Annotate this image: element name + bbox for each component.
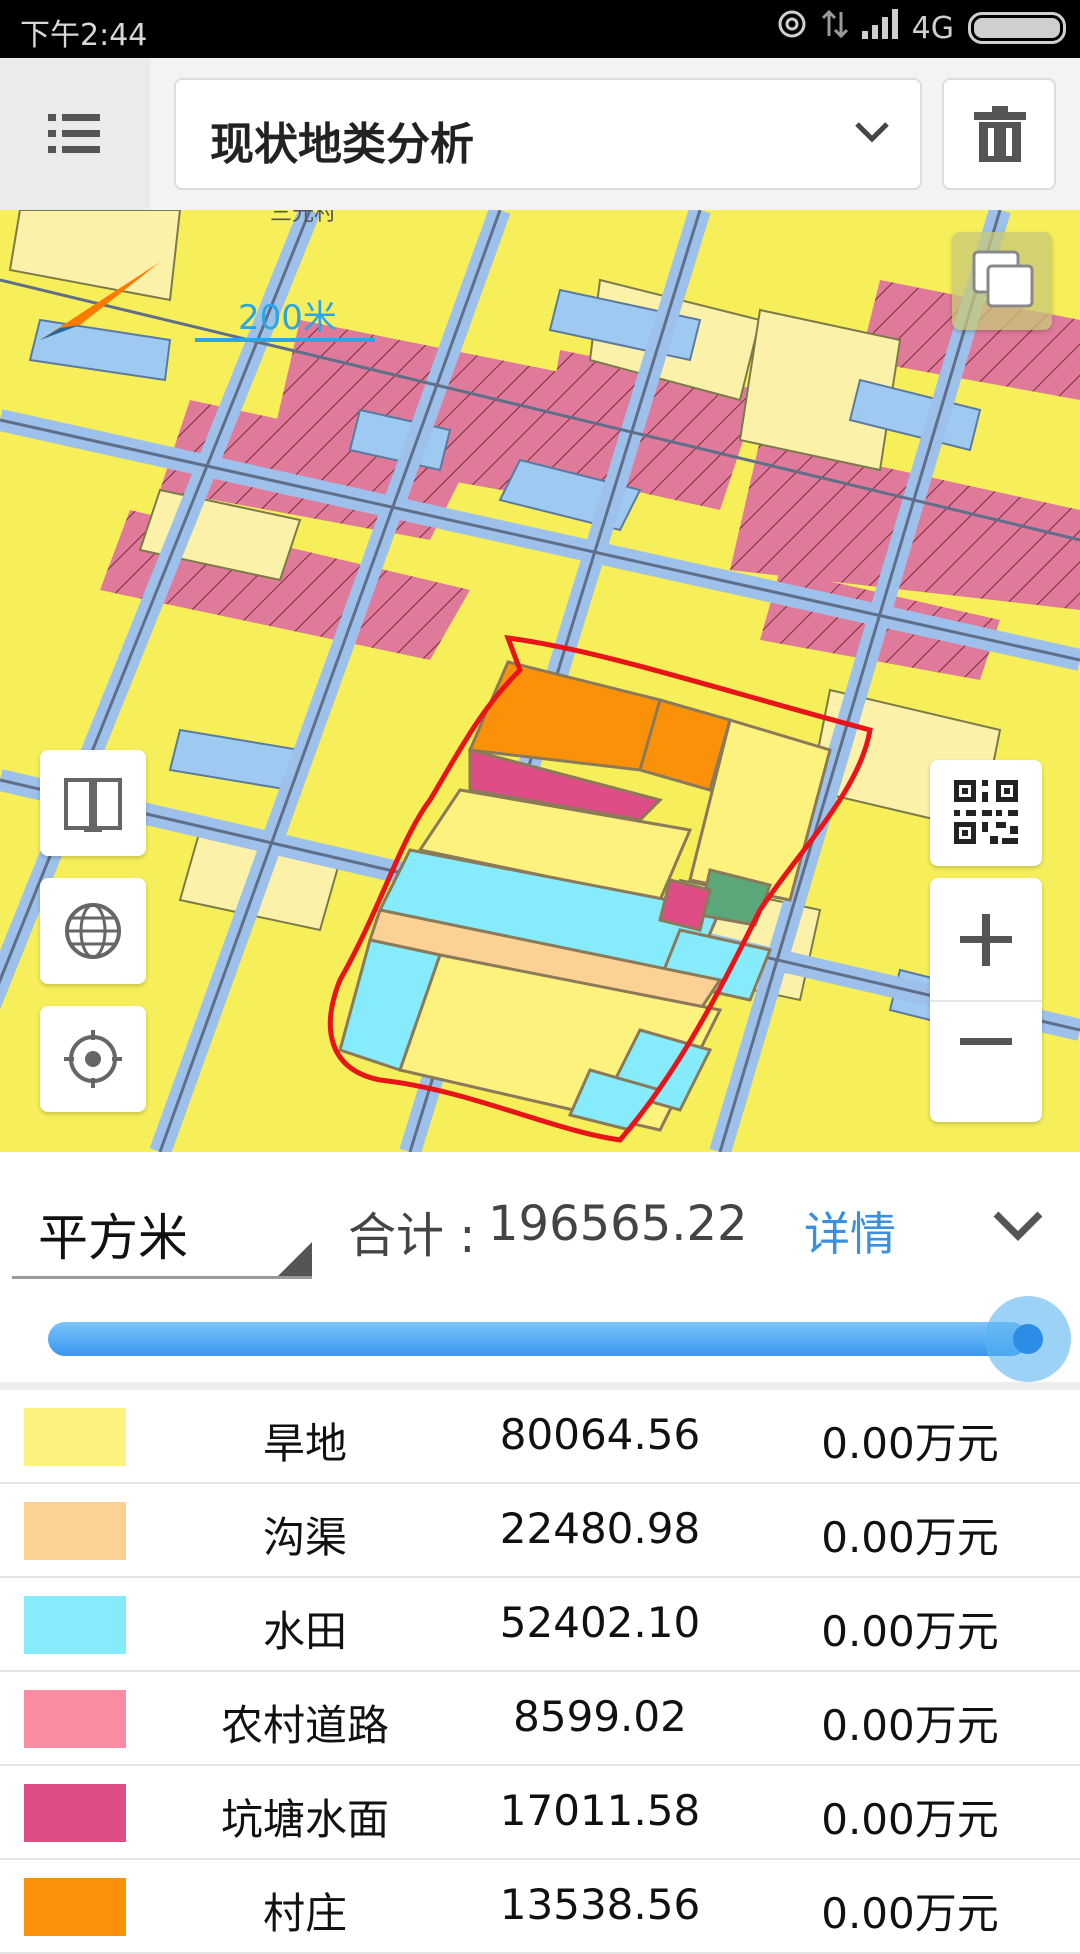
total-value: 196565.22 (488, 1196, 748, 1252)
land-type-area: 80064.56 (499, 1410, 701, 1459)
signal-icon (861, 9, 898, 47)
locate-icon (64, 1030, 122, 1088)
table-row[interactable]: 农村道路 8599.02 0.00万元 (0, 1672, 1080, 1766)
land-type-name: 村庄 (262, 1889, 347, 1938)
delete-button[interactable] (942, 78, 1056, 190)
book-icon (64, 778, 122, 832)
analysis-type-select[interactable]: 现状地类分析 (174, 78, 922, 190)
land-type-area: 17011.58 (499, 1786, 701, 1835)
land-type-area: 52402.10 (499, 1598, 701, 1647)
globe-button[interactable] (40, 878, 146, 984)
battery-icon (968, 12, 1066, 44)
land-type-cost: 0.00万元 (821, 1513, 999, 1562)
details-link[interactable]: 详情 (804, 1198, 896, 1264)
map-view[interactable]: 三光村 200米 (0, 210, 1080, 1152)
layers-button[interactable] (952, 232, 1052, 330)
qr-code-button[interactable] (930, 760, 1042, 866)
zoom-out-button[interactable] (930, 1002, 1042, 1122)
land-type-area: 13538.56 (499, 1880, 701, 1929)
summary-panel: 平方米 合计 : 196565.22 详情 (0, 1152, 1080, 1382)
data-transfer-icon (821, 8, 848, 48)
book-button[interactable] (40, 750, 146, 856)
toolbar: 现状地类分析 (0, 58, 1080, 210)
trash-icon (974, 106, 1026, 162)
zoom-in-icon (960, 914, 1012, 966)
table-row[interactable]: 坑塘水面 17011.58 0.00万元 (0, 1766, 1080, 1860)
hotspot-icon (776, 8, 808, 48)
color-swatch (24, 1690, 126, 1748)
total-label: 合计 : (348, 1208, 476, 1264)
chevron-down-icon (855, 122, 889, 143)
network-type: 4G (911, 10, 954, 46)
opacity-slider[interactable] (48, 1322, 1028, 1356)
land-type-cost: 0.00万元 (821, 1889, 999, 1938)
land-type-name: 坑塘水面 (220, 1795, 389, 1844)
land-type-area: 22480.98 (499, 1504, 701, 1553)
slider-thumb[interactable] (1013, 1324, 1043, 1354)
land-type-name: 旱地 (262, 1419, 347, 1468)
dropdown-corner-icon (278, 1242, 312, 1276)
zoom-in-button[interactable] (930, 878, 1042, 1000)
land-type-name: 农村道路 (220, 1701, 389, 1750)
unit-label: 平方米 (38, 1209, 188, 1267)
menu-button[interactable] (0, 58, 150, 210)
status-bar: 下午2:44 4G (0, 0, 1080, 58)
locate-button[interactable] (40, 1006, 146, 1112)
color-swatch (24, 1784, 126, 1842)
status-time: 下午2:44 (20, 18, 148, 53)
unit-select[interactable]: 平方米 (12, 1180, 312, 1279)
list-icon (48, 114, 100, 153)
zoom-controls (930, 878, 1042, 1122)
color-swatch (24, 1502, 126, 1560)
land-type-cost: 0.00万元 (821, 1701, 999, 1750)
analysis-type-label: 现状地类分析 (210, 119, 474, 170)
land-type-name: 水田 (262, 1607, 347, 1656)
land-type-cost: 0.00万元 (821, 1795, 999, 1844)
qr-code-icon (954, 780, 1018, 844)
table-row[interactable]: 旱地 80064.56 0.00万元 (0, 1390, 1080, 1484)
scale-bar (195, 338, 375, 342)
land-type-cost: 0.00万元 (821, 1419, 999, 1468)
color-swatch (24, 1408, 126, 1466)
chevron-down-icon[interactable] (992, 1208, 1044, 1242)
land-type-area: 8599.02 (513, 1692, 687, 1741)
layers-icon (972, 250, 1034, 308)
status-icons: 4G (776, 8, 1066, 48)
divider (0, 1382, 1080, 1390)
land-use-map[interactable]: 三光村 (0, 210, 1080, 1152)
land-type-name: 沟渠 (262, 1513, 347, 1562)
land-type-table: 旱地 80064.56 0.00万元 沟渠 22480.98 0.00万元 水田… (0, 1390, 1080, 1954)
globe-icon (65, 903, 121, 959)
table-row[interactable]: 水田 52402.10 0.00万元 (0, 1578, 1080, 1672)
table-row[interactable]: 沟渠 22480.98 0.00万元 (0, 1484, 1080, 1578)
color-swatch (24, 1878, 126, 1936)
land-type-cost: 0.00万元 (821, 1607, 999, 1656)
scale-label: 200米 (238, 298, 337, 338)
table-row[interactable]: 村庄 13538.56 0.00万元 (0, 1860, 1080, 1954)
color-swatch (24, 1596, 126, 1654)
village-label: 三光村 (270, 210, 336, 225)
zoom-out-icon (960, 1038, 1012, 1045)
